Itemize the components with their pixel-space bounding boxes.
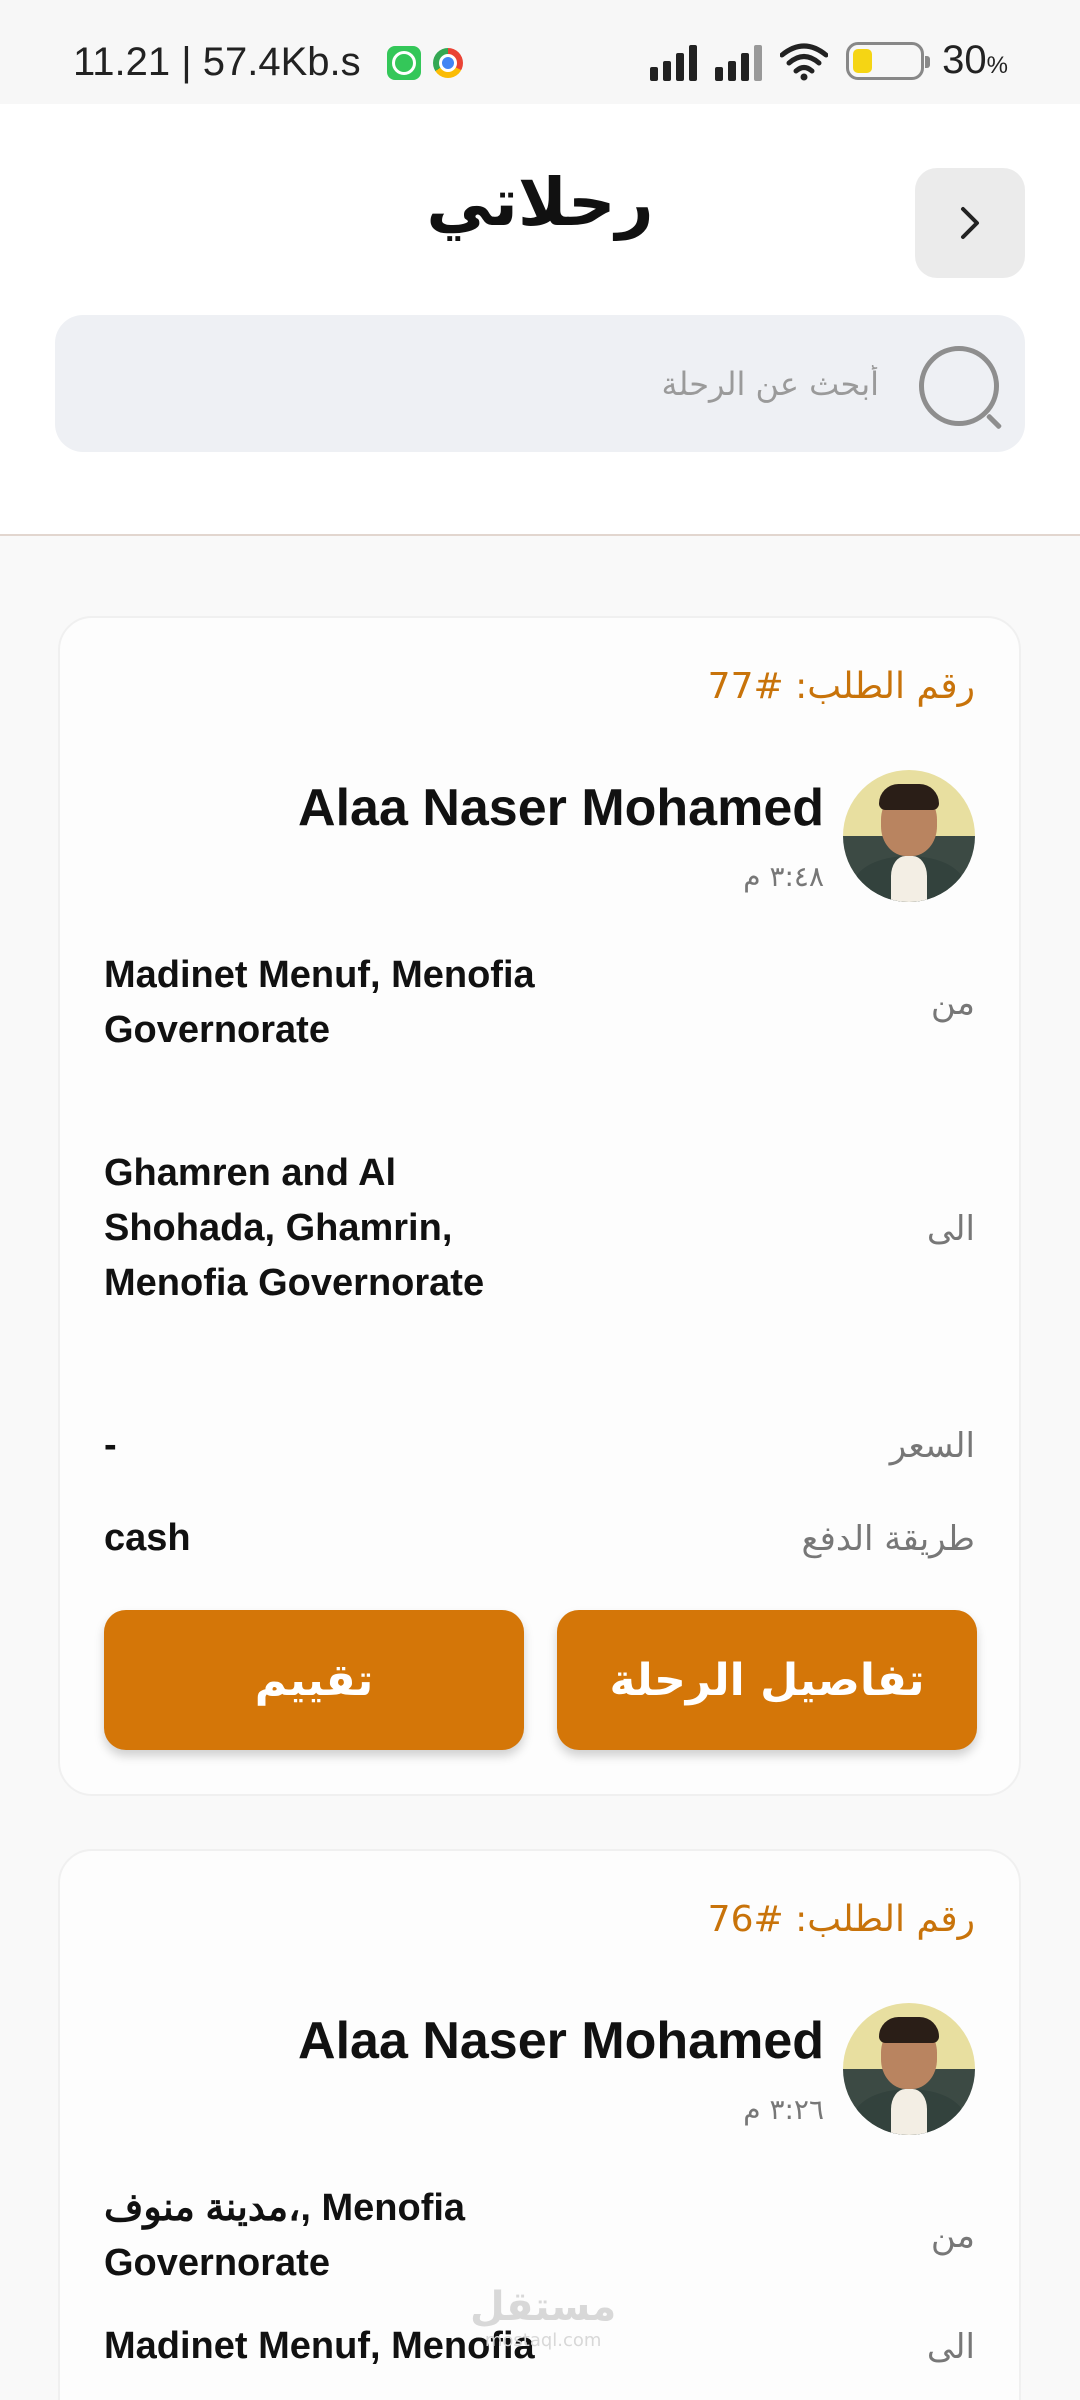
wifi-icon	[780, 43, 829, 80]
trip-time: ٣:٢٦ م	[743, 2093, 824, 2126]
to-row: الى Ghamren and Al Shohada, Ghamrin, Men…	[104, 1146, 975, 1311]
driver-name: Alaa Naser Mohamed	[298, 779, 824, 837]
status-left: 11.21 | 57.4Kb.s	[73, 40, 463, 85]
from-value: Madinet Menuf, Menofia Governorate	[104, 954, 535, 1051]
from-row: من مدينة منوف،, Menofia Governorate	[104, 2181, 975, 2291]
status-bar: 11.21 | 57.4Kb.s 30%	[0, 0, 1080, 104]
to-label: الى	[926, 2326, 975, 2367]
avatar	[843, 770, 975, 902]
chrome-icon	[432, 47, 463, 78]
payment-value: cash	[104, 1517, 191, 1559]
price-value: -	[104, 1424, 117, 1466]
payment-row: طريقة الدفع cash	[104, 1511, 975, 1566]
from-value: مدينة منوف،, Menofia Governorate	[104, 2187, 466, 2284]
status-right: 30%	[650, 38, 1008, 83]
search-bar[interactable]	[55, 315, 1025, 452]
battery-icon	[846, 41, 931, 80]
from-row: من Madinet Menuf, Menofia Governorate	[104, 948, 975, 1058]
trip-details-button[interactable]: تفاصيل الرحلة	[557, 1610, 977, 1750]
watermark-latin: mostaql.com	[484, 2330, 602, 2351]
avatar	[843, 2003, 975, 2135]
order-number: رقم الطلب: #76	[707, 1899, 975, 1940]
battery-percent: 30%	[942, 38, 1008, 82]
search-input[interactable]	[55, 315, 879, 452]
whatsapp-icon	[386, 45, 421, 80]
page-title: رحلاتي	[426, 164, 654, 241]
driver-name: Alaa Naser Mohamed	[298, 2012, 824, 2070]
watermark: مستقل mostaql.com	[470, 2284, 616, 2351]
price-row: السعر -	[104, 1418, 975, 1473]
trip-card: رقم الطلب: #77 Alaa Naser Mohamed ٣:٤٨ م…	[58, 616, 1021, 1796]
price-label: السعر	[889, 1425, 975, 1466]
from-label: من	[930, 2216, 975, 2256]
from-label: من	[930, 983, 975, 1023]
to-label: الى	[926, 1208, 975, 1249]
order-number: رقم الطلب: #77	[707, 666, 975, 707]
page-header: رحلاتي	[0, 104, 1080, 536]
status-time-speed: 11.21 | 57.4Kb.s	[73, 40, 361, 84]
payment-label: طريقة الدفع	[801, 1518, 975, 1559]
rate-button[interactable]: تقييم	[104, 1610, 524, 1750]
to-value: Ghamren and Al Shohada, Ghamrin, Menofia…	[104, 1152, 485, 1304]
watermark-arabic: مستقل	[470, 2284, 617, 2330]
trip-time: ٣:٤٨ م	[743, 860, 824, 893]
search-icon[interactable]	[915, 342, 999, 426]
battery-fill	[853, 48, 873, 73]
signal-icon-2	[715, 41, 763, 81]
signal-icon	[650, 41, 698, 81]
